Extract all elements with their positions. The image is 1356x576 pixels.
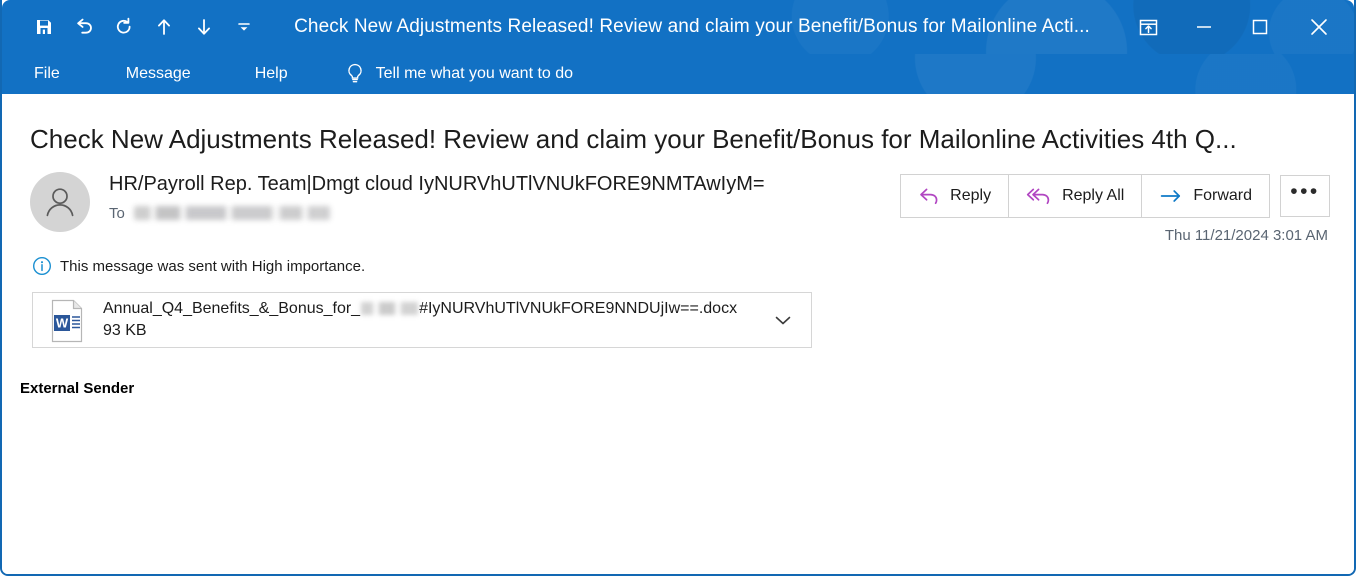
window-title: Check New Adjustments Released! Review a… [294,16,1090,37]
action-button-bar: Reply Reply All Forward ••• [900,174,1330,218]
reply-all-button-label: Reply All [1062,187,1125,204]
reading-pane: Check New Adjustments Released! Review a… [2,94,1354,574]
title-bar: Check New Adjustments Released! Review a… [2,0,1354,54]
word-document-icon: W [47,298,87,343]
to-label: To [109,204,125,222]
sender-name[interactable]: HR/Payroll Rep. Team|Dmgt cloud IyNURVhU… [109,170,900,198]
importance-notice: This message was sent with High importan… [18,244,1338,276]
reply-button-group: Reply Reply All Forward [900,174,1270,218]
importance-text: This message was sent with High importan… [60,257,366,275]
attachment-area: W Annual_Q4_Benefits_&_Bonus_for_ #IyNUR… [18,276,1338,348]
attachment-meta: Annual_Q4_Benefits_&_Bonus_for_ #IyNURVh… [87,299,755,342]
customize-quick-access-toolbar-icon[interactable] [224,7,264,47]
lightbulb-icon [344,62,366,86]
reply-all-arrow-icon [1026,186,1052,206]
attachment-name-suffix: #IyNURVhUTlVNUkFORE9NNDUjIw==.docx [419,299,738,317]
reply-all-button[interactable]: Reply All [1009,175,1143,217]
save-icon[interactable] [24,7,64,47]
forward-button[interactable]: Forward [1142,175,1269,217]
chevron-down-icon[interactable] [755,293,811,347]
forward-button-label: Forward [1193,187,1252,204]
attachment-item[interactable]: W Annual_Q4_Benefits_&_Bonus_for_ #IyNUR… [32,292,812,348]
reply-button-label: Reply [950,187,992,204]
reply-button[interactable]: Reply [901,175,1010,217]
attachment-name: Annual_Q4_Benefits_&_Bonus_for_ #IyNURVh… [103,299,755,319]
svg-text:W: W [56,316,69,331]
tab-message[interactable]: Message [112,65,205,83]
message-actions: Reply Reply All Forward ••• Thu 11/21/20… [900,170,1330,244]
recipient-row: To [109,203,900,223]
previous-item-icon[interactable] [144,7,184,47]
attachment-name-redacted [361,302,419,315]
info-icon [32,256,52,276]
message-header: HR/Payroll Rep. Team|Dmgt cloud IyNURVhU… [18,156,1338,244]
ribbon-tab-bar: File Message Help Tell me what you want … [2,54,1354,94]
message-subject: Check New Adjustments Released! Review a… [30,124,1237,154]
reply-arrow-icon [918,186,940,206]
recipient-redacted [133,206,330,220]
tab-file[interactable]: File [20,65,74,83]
sender-block: HR/Payroll Rep. Team|Dmgt cloud IyNURVhU… [90,170,900,223]
message-timestamp: Thu 11/21/2024 3:01 AM [1164,227,1328,244]
tell-me-label: Tell me what you want to do [375,65,574,82]
attachment-size: 93 KB [103,321,147,339]
quick-access-toolbar [2,0,264,54]
window-controls [1120,0,1354,54]
close-icon[interactable] [1288,0,1350,54]
maximize-icon[interactable] [1232,0,1288,54]
message-body: External Sender [20,380,135,397]
restore-down-ribbon-icon[interactable] [1120,0,1176,54]
undo-icon[interactable] [64,7,104,47]
forward-arrow-icon [1159,187,1183,205]
tab-help[interactable]: Help [241,65,302,83]
minimize-icon[interactable] [1176,0,1232,54]
redo-icon[interactable] [104,7,144,47]
attachment-name-prefix: Annual_Q4_Benefits_&_Bonus_for_ [103,299,361,317]
tell-me-search[interactable]: Tell me what you want to do [344,62,573,86]
avatar[interactable] [30,172,90,232]
outlook-message-window: Check New Adjustments Released! Review a… [0,0,1356,576]
next-item-icon[interactable] [184,7,224,47]
more-actions-button[interactable]: ••• [1280,175,1330,217]
